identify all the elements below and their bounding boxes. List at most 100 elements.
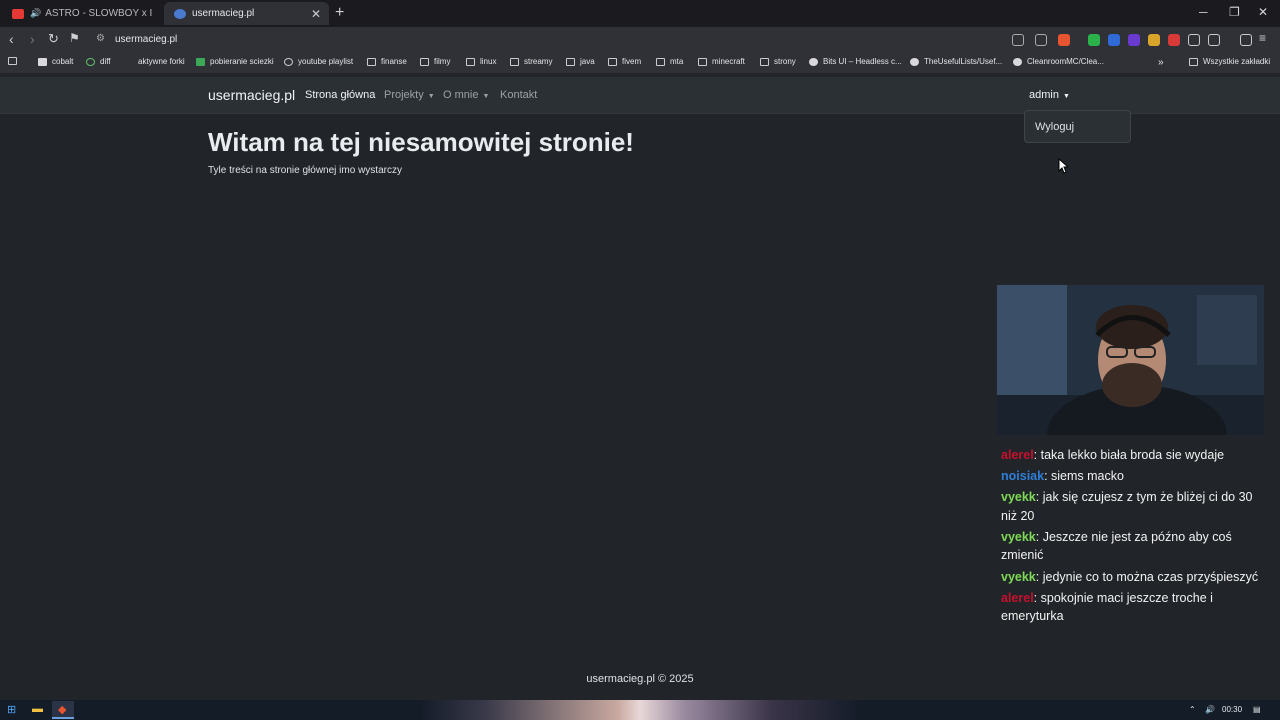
folder-icon: [760, 57, 769, 66]
taskbar-background: [420, 700, 860, 720]
chat-message: vyekk: jak się czujesz z tym że bliżej c…: [1001, 488, 1263, 525]
folder-item[interactable]: java: [566, 57, 595, 66]
nav-contact[interactable]: Kontakt: [500, 89, 537, 101]
chat-message: alerel: spokojnie maci jeszcze troche i …: [1001, 589, 1263, 626]
folder-item[interactable]: strony: [760, 57, 796, 66]
bookmark-icon[interactable]: ⚑: [69, 31, 80, 45]
windows-start-icon[interactable]: ⊞: [7, 703, 16, 716]
sidebar-icon[interactable]: [1208, 34, 1220, 46]
taskbar-browser-button[interactable]: ◆: [52, 701, 74, 719]
chat-text: : jak się czujesz z tym że bliżej ci do …: [1001, 490, 1253, 523]
folder-item[interactable]: filmy: [420, 57, 450, 66]
bookmark-item[interactable]: TheUsefulLists/Usef...: [910, 57, 1002, 66]
user-dropdown-menu: Wyloguj: [1024, 110, 1131, 143]
chat-message: noisiak: siems macko: [1001, 467, 1263, 486]
caret-down-icon: ▼: [427, 93, 435, 100]
site-navbar: usermacieg.pl Strona główna Projekty ▼ O …: [0, 77, 1280, 114]
folder-item[interactable]: minecraft: [698, 57, 745, 66]
apps-icon[interactable]: [8, 57, 22, 65]
extension-audio-icon[interactable]: [1108, 34, 1120, 46]
folder-item[interactable]: streamy: [510, 57, 552, 66]
folder-item[interactable]: linux: [466, 57, 496, 66]
chat-text: : jedynie co to można czas przyśpieszyć: [1035, 569, 1259, 584]
webcam-image: [997, 285, 1264, 435]
new-tab-icon[interactable]: +: [335, 4, 344, 22]
site-favicon-icon: [174, 8, 186, 19]
tray-chevron-icon[interactable]: ⌃: [1189, 705, 1196, 714]
reload-icon[interactable]: ↻: [48, 31, 59, 47]
menu-icon[interactable]: ≡: [1259, 31, 1266, 45]
chat-message: vyekk: Jeszcze nie jest za późno aby coś…: [1001, 528, 1263, 565]
speaker-icon: 🔊: [30, 8, 42, 18]
close-window-icon[interactable]: ✕: [1258, 5, 1268, 19]
chat-text: : spokojnie maci jeszcze troche i emeryt…: [1001, 590, 1213, 624]
share-icon[interactable]: [1035, 34, 1047, 46]
folder-icon: [656, 57, 665, 66]
more-bookmarks-icon[interactable]: »: [1158, 57, 1164, 68]
bookmarks-bar: cobalt diff aktywne forki pobieranie sci…: [0, 53, 1280, 73]
chat-text: : taka lekko biała broda sie wydaje: [1033, 448, 1225, 462]
tab-music[interactable]: 🔊 ASTRO - SLOWBOY x IVOXYGEN: [2, 2, 162, 25]
folder-item[interactable]: mta: [656, 57, 683, 66]
file-explorer-icon[interactable]: ▬: [32, 703, 43, 715]
tab-usermacieg[interactable]: usermacieg.pl ✕: [164, 2, 329, 25]
page-lead-text: Tyle treści na stronie głównej imo wysta…: [208, 165, 402, 176]
site-brand[interactable]: usermacieg.pl: [208, 87, 295, 103]
close-tab-icon[interactable]: ✕: [311, 7, 321, 21]
clock[interactable]: 00:30: [1222, 705, 1242, 714]
browser-toolbar: ‹ › ↻ ⚑ ⚙ usermacieg.pl ≡: [0, 27, 1280, 53]
notification-icon[interactable]: ▤: [1253, 705, 1261, 714]
folder-item[interactable]: fivem: [608, 57, 641, 66]
caret-down-icon: ▼: [1062, 93, 1070, 100]
chat-message: alerel: taka lekko biała broda sie wydaj…: [1001, 446, 1263, 465]
folder-icon: [1189, 57, 1198, 66]
nav-projects[interactable]: Projekty ▼: [384, 89, 435, 101]
page-heading: Witam na tej niesamowitej stronie!: [208, 127, 634, 157]
logout-item[interactable]: Wyloguj: [1035, 121, 1074, 133]
page-footer: usermacieg.pl © 2025: [586, 673, 694, 685]
brave-shield-icon[interactable]: [1058, 34, 1070, 46]
chat-text: : siems macko: [1044, 469, 1124, 484]
browser-tab-bar: 🔊 ASTRO - SLOWBOY x IVOXYGEN usermacieg.…: [0, 0, 1280, 27]
folder-icon: [698, 57, 707, 66]
chat-username: alerel: [1001, 590, 1034, 605]
folder-icon: [566, 57, 575, 66]
extension-red-icon[interactable]: [1168, 34, 1180, 46]
restore-icon[interactable]: ❐: [1229, 5, 1240, 19]
minimize-icon[interactable]: ─: [1199, 5, 1208, 19]
github-icon: [910, 57, 919, 66]
forward-icon[interactable]: ›: [30, 31, 35, 47]
url-text[interactable]: usermacieg.pl: [115, 34, 177, 45]
site-info-icon[interactable]: ⚙: [96, 33, 105, 44]
extensions-icon[interactable]: [1188, 34, 1200, 46]
back-icon[interactable]: ‹: [9, 31, 14, 47]
all-bookmarks-folder[interactable]: Wszystkie zakładki: [1189, 57, 1270, 66]
bookmark-item[interactable]: CleanroomMC/Clea...: [1013, 57, 1104, 66]
folder-icon: [608, 57, 617, 66]
address-bar[interactable]: ⚙ usermacieg.pl: [88, 30, 1078, 50]
bookmark-item[interactable]: diff: [86, 57, 111, 66]
nav-about[interactable]: O mnie ▼: [443, 89, 489, 101]
brave-icon: ◆: [58, 704, 67, 716]
user-menu-toggle[interactable]: admin ▼: [1029, 89, 1070, 101]
media-icon[interactable]: [1240, 34, 1252, 46]
chat-username: vyekk: [1001, 490, 1036, 505]
chat-username: vyekk: [1001, 569, 1036, 584]
bookmark-item[interactable]: pobieranie sciezki: [196, 57, 274, 66]
extension-purple-icon[interactable]: [1128, 34, 1140, 46]
extension-music-icon[interactable]: [1088, 34, 1100, 46]
nav-home[interactable]: Strona główna: [305, 89, 375, 101]
bookmark-item[interactable]: youtube playlist: [284, 57, 353, 66]
caret-down-icon: ▼: [482, 93, 490, 100]
key-icon[interactable]: [1012, 34, 1024, 46]
chat-username: alerel: [1001, 448, 1034, 462]
folder-icon: [367, 57, 376, 66]
webcam-overlay: [997, 285, 1264, 435]
bookmark-item[interactable]: cobalt: [38, 57, 73, 66]
bookmark-item[interactable]: Bits UI – Headless c...: [809, 57, 902, 66]
volume-icon[interactable]: 🔊: [1205, 705, 1215, 714]
bookmark-item[interactable]: aktywne forki: [124, 57, 185, 66]
folder-item[interactable]: finanse: [367, 57, 407, 66]
extension-yellow-icon[interactable]: [1148, 34, 1160, 46]
folder-icon: [510, 57, 519, 66]
